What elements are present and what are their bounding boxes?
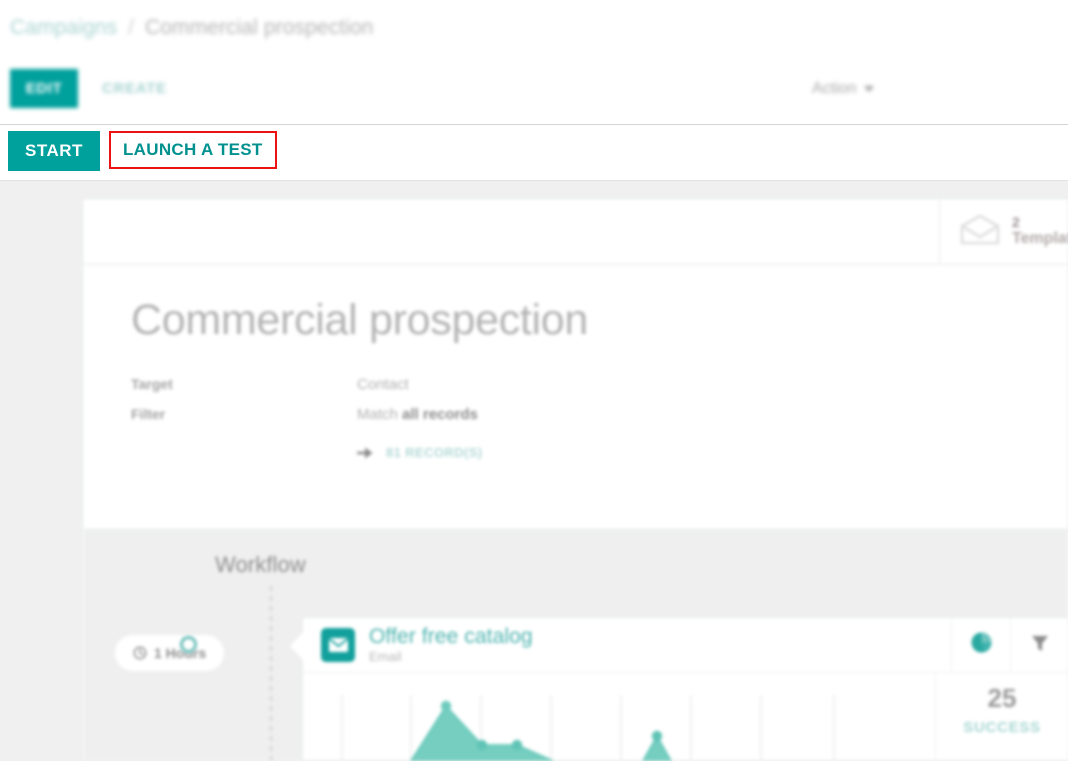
breadcrumb-current: Commercial prospection — [144, 16, 374, 39]
field-label-filter: Filter — [131, 406, 166, 422]
breadcrumb: Campaigns / Commercial prospection — [10, 16, 374, 40]
workflow-node-marker[interactable] — [180, 636, 197, 653]
card-pointer-notch — [290, 632, 303, 660]
arrow-right-icon — [355, 446, 374, 460]
activity-card-body: 25 SUCCESS — [303, 673, 1068, 761]
open-envelope-icon — [960, 214, 1000, 250]
record-field-list: Target Contact Filter Match all records — [131, 376, 1068, 423]
campaign-detail-screen: Campaigns / Commercial prospection EDIT … — [0, 0, 1068, 761]
create-button[interactable]: CREATE — [96, 69, 173, 108]
record-count-link[interactable]: 81 RECORD(S) — [355, 445, 1068, 460]
workflow-activity-card: Offer free catalog Email 25 SUCCESS — [290, 617, 1068, 761]
workflow-heading: Workflow — [215, 552, 306, 577]
stat-templates-label: Templates — [1012, 230, 1068, 248]
chart-gridlines — [341, 695, 835, 761]
page-title: Commercial prospection — [131, 296, 589, 344]
activity-chart-pane[interactable] — [303, 673, 936, 761]
launch-test-highlight: LAUNCH A TEST — [109, 131, 277, 169]
record-header: Commercial prospection Target Contact Fi… — [83, 265, 1068, 461]
start-button[interactable]: START — [8, 131, 100, 171]
funnel-icon — [1030, 633, 1050, 658]
field-value-target: Contact — [357, 376, 409, 393]
pie-chart-icon — [970, 631, 993, 659]
activity-filter-button[interactable] — [1010, 618, 1068, 672]
record-control-bar: EDIT CREATE Action — [0, 64, 1068, 119]
chart-series-area — [410, 705, 672, 761]
clock-icon — [133, 646, 147, 660]
breadcrumb-separator: / — [128, 16, 134, 39]
envelope-icon — [321, 628, 355, 662]
workflow-timeline-spine — [270, 586, 272, 761]
activity-subtitle: Email — [369, 648, 402, 664]
record-count-label: 81 RECORD(S) — [386, 445, 483, 460]
stat-templates-count: 2 — [1012, 214, 1020, 230]
edit-button[interactable]: EDIT — [10, 69, 78, 108]
action-dropdown-label: Action — [812, 79, 857, 97]
activity-card-header: Offer free catalog Email — [303, 618, 1068, 673]
field-value-filter-bold: all records — [402, 406, 478, 423]
activity-success-stat: 25 SUCCESS — [936, 673, 1068, 761]
success-label: SUCCESS — [963, 719, 1041, 736]
launch-a-test-button[interactable]: LAUNCH A TEST — [111, 133, 275, 167]
field-value-filter: Match all records — [357, 406, 478, 423]
activity-area-chart — [341, 695, 835, 761]
activity-title: Offer free catalog — [369, 625, 533, 649]
action-dropdown[interactable]: Action — [812, 69, 875, 108]
field-label-target: Target — [131, 376, 173, 392]
workflow-delay-badge[interactable]: 1 Hours — [115, 635, 225, 671]
stat-button-templates[interactable]: 2 Templates — [939, 199, 1068, 264]
stat-strip-spacer — [83, 199, 939, 264]
stat-button-strip: 2 Templates — [83, 199, 1068, 265]
chevron-down-icon — [864, 85, 875, 92]
activity-statistics-button[interactable] — [952, 618, 1010, 672]
activity-title-zone[interactable]: Offer free catalog Email — [303, 618, 952, 672]
success-count: 25 — [987, 683, 1017, 713]
breadcrumb-parent-link[interactable]: Campaigns — [10, 16, 117, 39]
